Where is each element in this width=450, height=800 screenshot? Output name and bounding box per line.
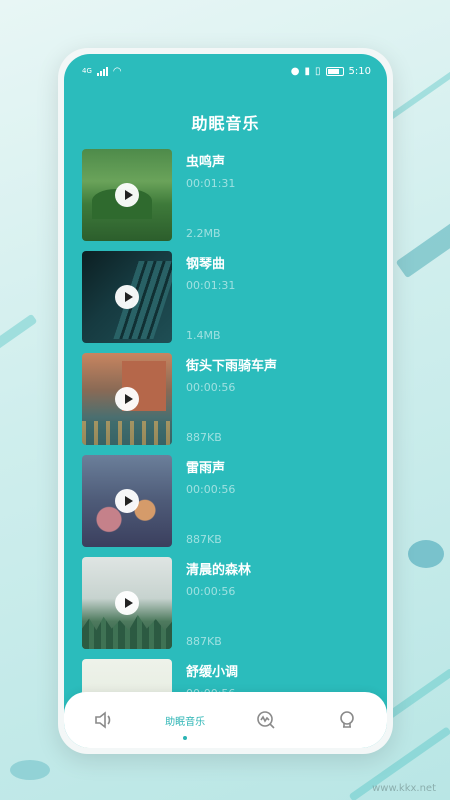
track-list[interactable]: 虫鸣声 00:01:31 2.2MB 钢琴曲 00:01:31 1.4MB 街头…	[82, 149, 377, 748]
status-right: ● ▮ ▯ 5:10	[291, 66, 371, 77]
misty-forest-image	[82, 557, 172, 649]
rain-window-image	[82, 455, 172, 547]
speaker-icon	[95, 711, 111, 729]
track-item[interactable]: 虫鸣声 00:01:31 2.2MB	[82, 149, 377, 251]
clock: 5:10	[348, 65, 371, 77]
location-icon: ●	[290, 65, 300, 77]
track-name: 街头下雨骑车声	[186, 359, 278, 374]
nav-analysis[interactable]	[231, 692, 301, 748]
track-size: 887KB	[186, 635, 222, 648]
track-name: 舒缓小调	[186, 665, 239, 680]
green-meadow-image	[82, 149, 172, 241]
play-icon[interactable]	[115, 591, 139, 615]
track-duration: 00:01:31	[186, 279, 236, 292]
user-icon	[339, 711, 354, 728]
nav-label: 助眠音乐	[165, 716, 206, 728]
phone-frame: 4G ◠ ● ▮ ▯ 5:10 助眠音乐 虫鸣声 00:01:31 2.2MB …	[58, 48, 393, 754]
bottom-navigation: 助眠音乐	[64, 692, 387, 748]
play-icon[interactable]	[115, 183, 139, 207]
piano-keys-image	[82, 251, 172, 343]
wifi-icon: ◠	[112, 65, 122, 77]
track-duration: 00:01:31	[186, 177, 236, 190]
status-bar: 4G ◠ ● ▮ ▯ 5:10	[64, 54, 387, 88]
vibrate-icon: ▯	[315, 65, 321, 77]
app-screen: 4G ◠ ● ▮ ▯ 5:10 助眠音乐 虫鸣声 00:01:31 2.2MB …	[64, 54, 387, 748]
status-left: 4G ◠	[82, 66, 122, 77]
track-name: 雷雨声	[186, 461, 226, 476]
watermark: www.kkx.net	[372, 783, 436, 794]
play-icon[interactable]	[115, 489, 139, 513]
track-size: 887KB	[186, 431, 222, 444]
track-item[interactable]: 雷雨声 00:00:56 887KB	[82, 455, 377, 557]
battery-icon	[325, 66, 344, 76]
track-duration: 00:00:56	[186, 381, 236, 394]
track-name: 钢琴曲	[186, 257, 226, 272]
track-item[interactable]: 清晨的森林 00:00:56 887KB	[82, 557, 377, 659]
track-size: 1.4MB	[186, 329, 221, 342]
track-name: 清晨的森林	[186, 563, 252, 578]
rainy-street-image	[82, 353, 172, 445]
track-item[interactable]: 钢琴曲 00:01:31 1.4MB	[82, 251, 377, 353]
track-name: 虫鸣声	[186, 155, 226, 170]
track-size: 2.2MB	[186, 227, 221, 240]
track-size: 887KB	[186, 533, 222, 546]
nav-profile[interactable]	[312, 692, 382, 748]
play-icon[interactable]	[115, 285, 139, 309]
mic-icon: ▮	[304, 65, 311, 77]
nav-sound[interactable]	[69, 692, 139, 748]
nav-sleep-music[interactable]: 助眠音乐	[150, 692, 220, 748]
track-item[interactable]: 街头下雨骑车声 00:00:56 887KB	[82, 353, 377, 455]
wave-search-icon	[257, 711, 275, 729]
play-icon[interactable]	[115, 387, 139, 411]
page-title: 助眠音乐	[191, 114, 260, 133]
active-indicator	[183, 736, 188, 740]
track-duration: 00:00:56	[186, 585, 236, 598]
signal-label: 4G	[82, 67, 92, 75]
signal-icon	[96, 66, 108, 76]
track-duration: 00:00:56	[186, 483, 236, 496]
